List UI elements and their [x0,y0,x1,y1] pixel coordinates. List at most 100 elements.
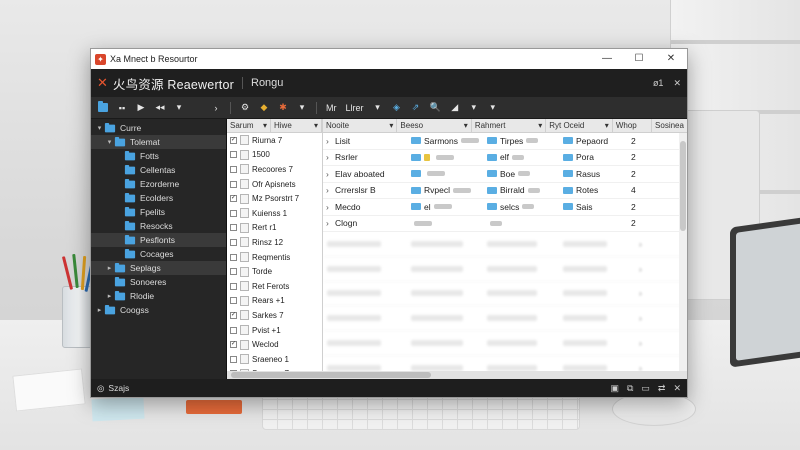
toolbar-view-button[interactable]: ▪▪ [114,100,130,116]
expand-arrow-icon[interactable]: › [323,136,331,146]
column-header[interactable]: Rahmert ▾ [472,119,547,132]
list-item[interactable]: ✓ Sarkes 7 [227,308,322,323]
list-item[interactable]: Pvist +1 [227,323,322,338]
table-row[interactable]: › Rsrler elf Pora 2 [323,150,687,166]
toolbar-play-button[interactable]: ▶ [133,100,149,116]
list-item[interactable]: Ret Ferots [227,279,322,294]
chevron-down-icon[interactable]: ▾ [294,100,310,116]
chevron-down-icon[interactable]: ▾ [485,100,501,116]
table-row[interactable]: › Mecdo el selcs Sais 2 [323,199,687,216]
tree-item[interactable]: ▸ Rlodie [91,289,226,303]
diamond-icon[interactable]: ◈ [389,100,405,116]
header-control[interactable]: ø1 [653,78,664,89]
list-item[interactable]: Recoores 7 [227,162,322,177]
tree-item[interactable]: Pesflonts [91,233,226,247]
export-icon[interactable]: ⇗ [408,100,424,116]
column-header[interactable]: Ryt Oceid ▾ [546,119,613,132]
header-close-icon[interactable]: ✕ [673,78,681,89]
tree-item[interactable]: Ezorderne [91,177,226,191]
row-checkbox[interactable] [230,282,237,290]
tree-item[interactable]: ▸ Coogss [91,303,226,317]
tree-item[interactable]: Cocages [91,247,226,261]
list-item[interactable]: Sraeneo 1 [227,352,322,367]
list-item[interactable]: Torde [227,264,322,279]
status-copy-icon[interactable]: ⧉ [627,383,633,394]
row-checkbox[interactable] [230,238,237,246]
close-button[interactable]: ✕ [655,49,687,69]
row-checkbox[interactable] [230,326,237,334]
expand-arrow-icon[interactable]: ▾ [105,138,114,146]
list-item[interactable]: Rert r1 [227,221,322,236]
row-checkbox[interactable] [230,268,237,276]
status-swap-icon[interactable]: ⇄ [658,383,666,394]
tag-icon[interactable]: ◆ [256,100,272,116]
expand-arrow-icon[interactable]: › [323,152,331,162]
search-icon[interactable]: 🔍 [427,100,444,116]
minimize-button[interactable]: — [591,49,623,69]
row-checkbox[interactable]: ✓ [230,341,237,349]
list-item[interactable]: ✓ Weclod [227,337,322,352]
tree-item[interactable]: Fotts [91,149,226,163]
tree-item[interactable]: ▸ Seplags [91,261,226,275]
list-item[interactable]: Rinsz 12 [227,235,322,250]
row-checkbox[interactable]: ✓ [230,195,237,203]
expand-arrow-icon[interactable]: ▸ [105,292,114,300]
column-header[interactable]: Sarum ▾ [227,119,271,132]
tree-item[interactable]: Resocks [91,219,226,233]
expand-arrow-icon[interactable]: ▸ [95,306,104,314]
list-item[interactable]: 1500 [227,148,322,163]
status-window-icon[interactable]: ▭ [641,383,650,394]
chevron-down-icon[interactable]: ▾ [466,100,482,116]
table-row[interactable]: › Clogn 2 [323,216,687,232]
expand-arrow-icon[interactable]: › [323,169,331,179]
chevron-down-icon[interactable]: ▾ [171,100,187,116]
chevron-right-icon[interactable]: › [208,100,224,116]
expand-arrow-icon[interactable]: › [323,185,331,195]
row-checkbox[interactable] [230,151,237,159]
tree-item[interactable]: Sonoeres [91,275,226,289]
row-checkbox[interactable] [230,165,237,173]
app-extra-label[interactable]: Rongu [251,77,283,89]
tree-item[interactable]: ▾ Curre [91,121,226,135]
gear-icon[interactable]: ⚙ [237,100,253,116]
chevron-down-icon[interactable]: ▾ [370,100,386,116]
list-item[interactable]: ✓ Mz Psorstrt 7 [227,191,322,206]
expand-arrow-icon[interactable]: › [323,218,331,228]
expand-arrow-icon[interactable]: › [323,202,331,212]
row-checkbox[interactable]: ✓ [230,136,237,144]
list-item[interactable]: Kuienss 1 [227,206,322,221]
status-panel-icon[interactable]: ▣ [610,383,619,394]
tree-item[interactable]: ▾ Tolemat [91,135,226,149]
column-header[interactable]: Nooite ▾ [323,119,398,132]
column-header[interactable]: Beeso ▾ [397,119,472,132]
toolbar-back-button[interactable]: ◂◂ [152,100,168,116]
tree-item[interactable]: Fpelits [91,205,226,219]
table-row[interactable]: › Crrerslsr B Rvpecl Birrald Rotes 4 [323,183,687,199]
vertical-scrollbar[interactable] [679,133,687,379]
row-checkbox[interactable] [230,224,237,232]
corner-icon[interactable]: ◢ [447,100,463,116]
row-checkbox[interactable] [230,355,237,363]
horizontal-scrollbar[interactable] [227,371,687,379]
column-header[interactable]: Sosinea [652,119,687,132]
row-checkbox[interactable] [230,253,237,261]
table-row[interactable]: › Lisit Sarmons Tirpes Pepaord 2 [323,133,687,150]
row-checkbox[interactable]: ✓ [230,311,237,319]
list-item[interactable]: Ofr Apisnets [227,177,322,192]
tree-item[interactable]: Cellentas [91,163,226,177]
table-row[interactable]: › Elav aboated Boe Rasus 2 [323,166,687,183]
column-header[interactable]: Whop [613,119,653,132]
expand-arrow-icon[interactable]: ▾ [95,124,104,132]
toolbar-filter-button[interactable]: Llrer [343,100,367,116]
list-item[interactable]: Rears +1 [227,294,322,309]
status-close-icon[interactable]: ✕ [673,383,681,394]
expand-arrow-icon[interactable]: ▸ [105,264,114,272]
toolbar-mr-button[interactable]: Mr [323,100,340,116]
list-item[interactable]: ✓ Riurna 7 [227,133,322,148]
folder-icon[interactable] [95,100,111,116]
list-item[interactable]: Reqmentis [227,250,322,265]
maximize-button[interactable]: ☐ [623,49,655,69]
tree-item[interactable]: Ecolders [91,191,226,205]
star-icon[interactable]: ✱ [275,100,291,116]
row-checkbox[interactable] [230,180,237,188]
